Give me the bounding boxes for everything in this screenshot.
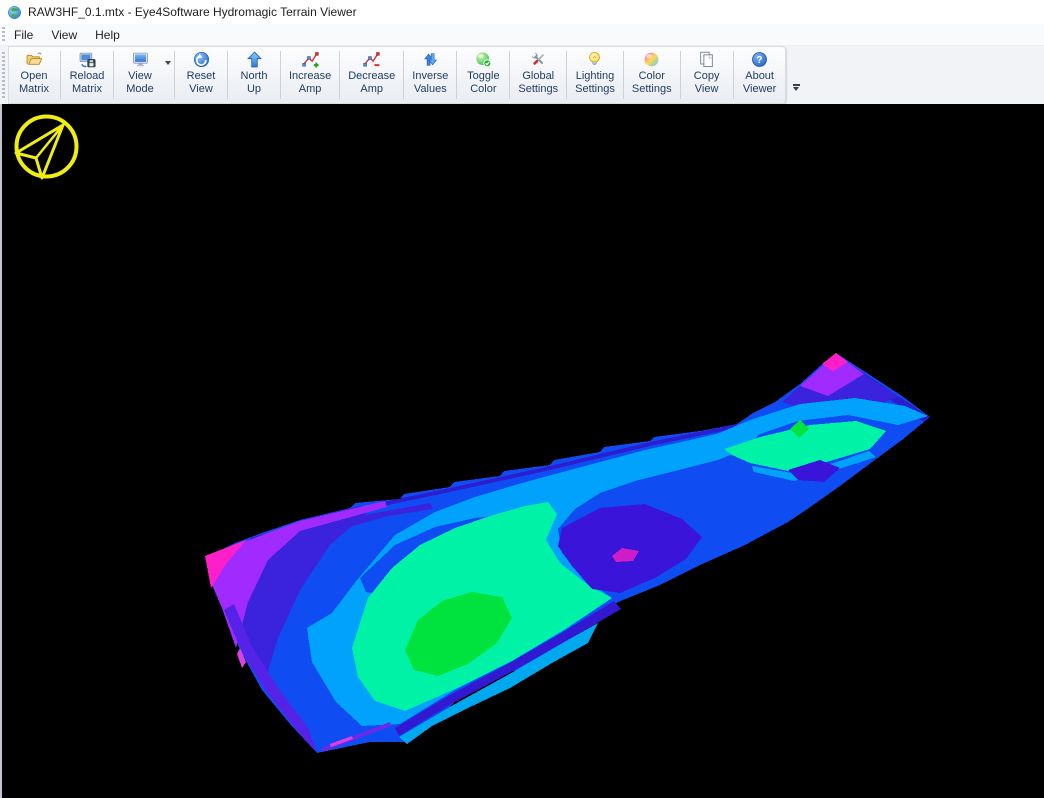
terrain-3d-surface — [205, 353, 930, 753]
color-sphere-check-icon — [475, 51, 492, 68]
button-label: Settings — [518, 83, 558, 96]
decrease-amp-button[interactable]: Decrease Amp — [341, 47, 402, 103]
toggle-color-button[interactable]: Toggle Color — [458, 47, 508, 103]
toolbar-separator — [339, 51, 340, 99]
toolbar-separator — [227, 51, 228, 99]
amplitude-plus-icon — [302, 51, 319, 68]
toolbar-overflow-button[interactable] — [790, 84, 803, 96]
toolbar-separator — [566, 51, 567, 99]
inverse-values-button[interactable]: Inverse Values — [405, 47, 455, 103]
menu-file[interactable]: File — [5, 26, 42, 44]
toolbar-separator — [280, 51, 281, 99]
lighting-settings-button[interactable]: Lighting Settings — [568, 47, 622, 103]
reload-matrix-button[interactable]: Reload Matrix — [62, 47, 112, 103]
toolbar-separator — [456, 51, 457, 99]
button-label: Matrix — [19, 83, 49, 96]
window-title: RAW3HF_0.1.mtx - Eye4Software Hydromagic… — [28, 5, 357, 19]
arrows-up-down-icon — [422, 51, 439, 68]
button-label: Reset — [187, 70, 216, 83]
toolbar-separator — [113, 51, 114, 99]
button-label: Mode — [126, 83, 154, 96]
menu-view[interactable]: View — [42, 26, 86, 44]
menu-help[interactable]: Help — [86, 26, 129, 44]
button-label: View — [695, 83, 719, 96]
button-label: Decrease — [348, 70, 395, 83]
north-up-button[interactable]: North Up — [229, 47, 279, 103]
open-matrix-button[interactable]: Open Matrix — [9, 47, 59, 103]
menu-bar: File View Help — [0, 24, 1044, 46]
toolbar: Open Matrix Reload Matrix — [0, 46, 1044, 104]
button-label: Lighting — [576, 70, 615, 83]
button-label: Copy — [694, 70, 720, 83]
toolbar-separator — [403, 51, 404, 99]
toolbar-separator — [733, 51, 734, 99]
globe-app-icon — [7, 5, 22, 20]
view-mode-button[interactable]: View Mode — [115, 47, 165, 97]
button-label: Inverse — [412, 70, 448, 83]
crossed-tools-icon — [530, 51, 547, 68]
button-label: Amp — [360, 83, 383, 96]
button-label: Matrix — [72, 83, 102, 96]
terrain-3d-scene — [0, 104, 1044, 798]
global-settings-button[interactable]: Global Settings — [511, 47, 565, 103]
lightbulb-icon — [586, 51, 603, 68]
question-mark-glyph: ? — [757, 55, 763, 66]
monitor-icon — [132, 51, 149, 68]
button-label: Color — [470, 83, 496, 96]
view-mode-split-button: View Mode — [115, 47, 173, 103]
button-label: Values — [414, 83, 447, 96]
color-sphere-icon — [643, 51, 660, 68]
overflow-bar — [793, 84, 800, 86]
toolbar-gripper[interactable] — [2, 52, 5, 98]
north-arrow-icon — [246, 51, 263, 68]
button-label: Settings — [575, 83, 615, 96]
help-sphere-icon: ? — [751, 51, 768, 68]
button-label: Toggle — [467, 70, 499, 83]
toolbar-card: Open Matrix Reload Matrix — [8, 46, 786, 104]
button-label: Increase — [289, 70, 331, 83]
title-bar: RAW3HF_0.1.mtx - Eye4Software Hydromagic… — [0, 0, 1044, 24]
button-label: Color — [639, 70, 665, 83]
button-label: Global — [522, 70, 554, 83]
increase-amp-button[interactable]: Increase Amp — [282, 47, 338, 103]
button-label: Reload — [70, 70, 105, 83]
toolbar-separator — [60, 51, 61, 99]
toolbar-separator — [174, 51, 175, 99]
copy-pages-icon — [698, 51, 715, 68]
view-mode-dropdown-arrow[interactable] — [165, 61, 171, 65]
copy-view-button[interactable]: Copy View — [682, 47, 732, 103]
chevron-down-icon — [793, 87, 799, 91]
reset-view-button[interactable]: Reset View — [176, 47, 226, 103]
toolbar-separator — [623, 51, 624, 99]
reset-circular-arrow-icon — [193, 51, 210, 68]
open-folder-icon — [26, 51, 43, 68]
reload-matrix-icon — [79, 51, 96, 68]
button-label: View — [189, 83, 213, 96]
button-label: View — [128, 70, 152, 83]
terrain-viewport[interactable] — [0, 104, 1044, 798]
button-label: Settings — [632, 83, 672, 96]
north-compass-icon — [16, 117, 77, 179]
color-settings-button[interactable]: Color Settings — [625, 47, 679, 103]
button-label: Up — [247, 83, 261, 96]
button-label: About — [745, 70, 774, 83]
button-label: Viewer — [743, 83, 776, 96]
toolbar-separator — [680, 51, 681, 99]
toolbar-separator — [509, 51, 510, 99]
button-label: North — [241, 70, 268, 83]
button-label: Amp — [299, 83, 322, 96]
amplitude-minus-icon — [363, 51, 380, 68]
button-label: Open — [21, 70, 48, 83]
about-viewer-button[interactable]: ? About Viewer — [735, 47, 785, 103]
